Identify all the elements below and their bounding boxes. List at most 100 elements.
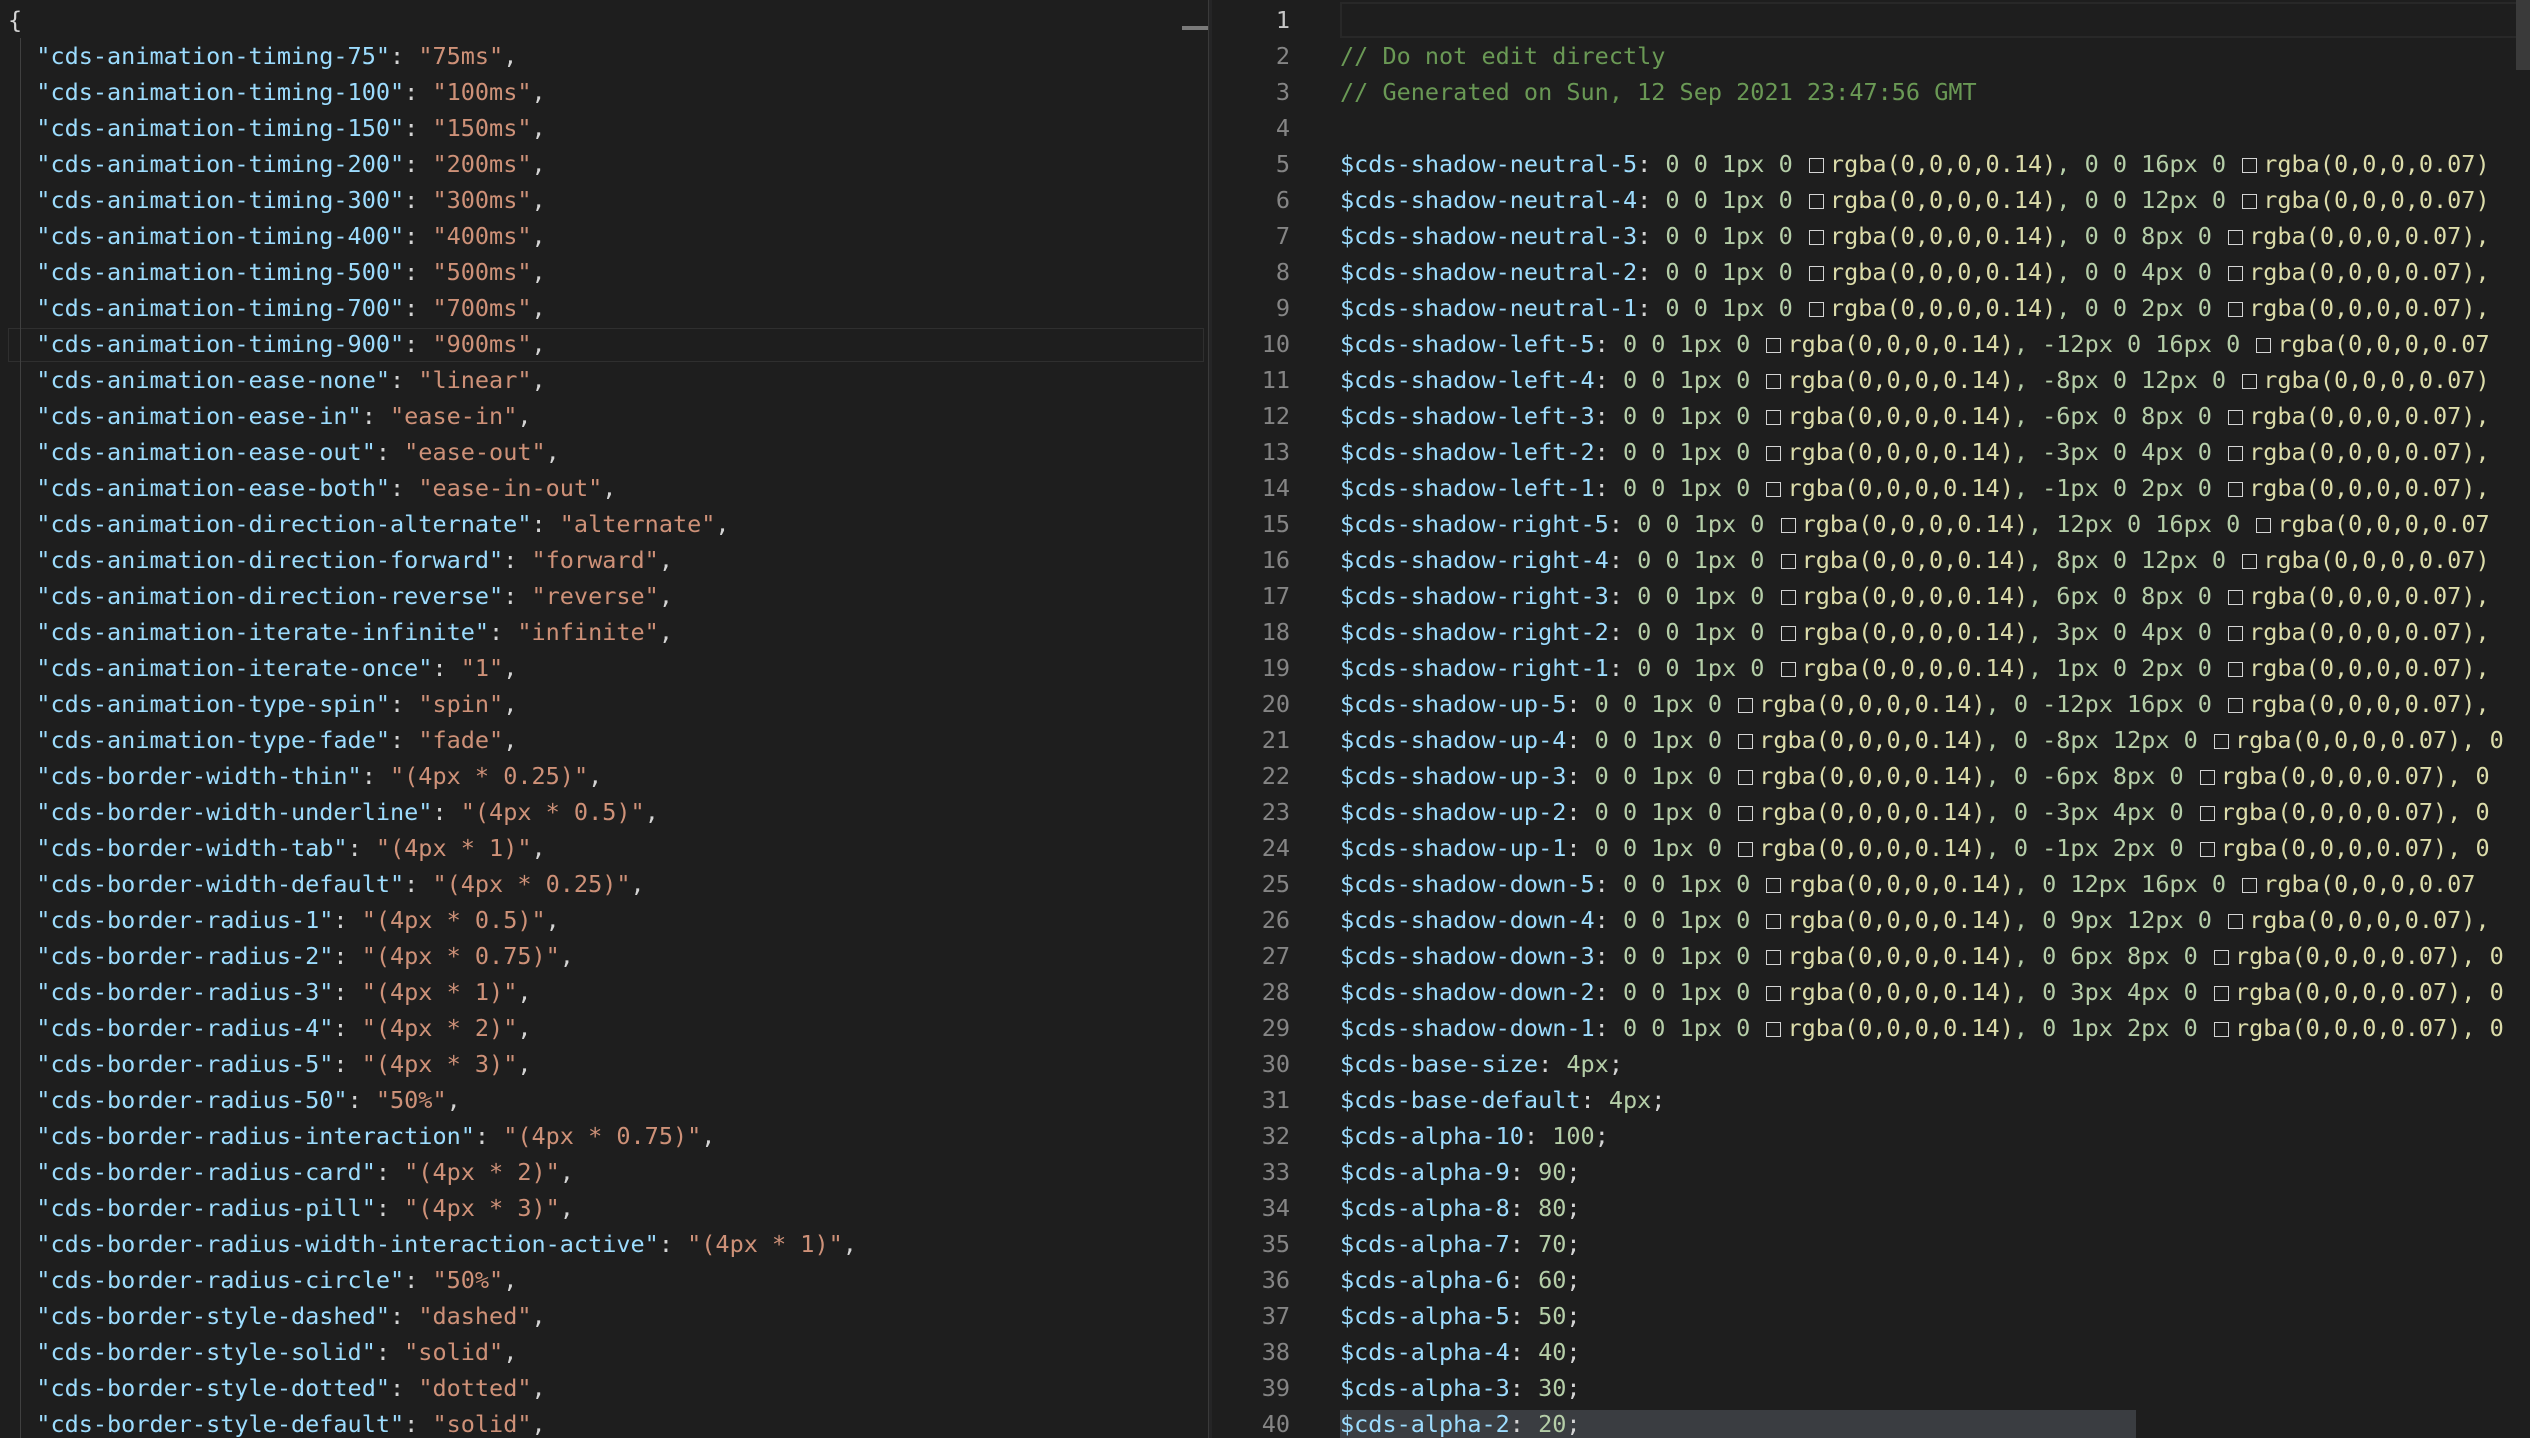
color-swatch-icon[interactable] [1766, 410, 1782, 425]
color-swatch-icon[interactable] [1766, 338, 1782, 353]
color-swatch-icon[interactable] [2228, 914, 2244, 929]
color-swatch-icon[interactable] [1780, 554, 1796, 569]
json-entry-line[interactable]: "cds-border-width-underline": "(4px * 0.… [8, 794, 659, 830]
scss-code-line[interactable]: $cds-shadow-up-2: 0 0 1px 0 rgba(0,0,0,0… [1340, 794, 2490, 830]
json-entry-line[interactable]: "cds-animation-timing-700": "700ms", [8, 290, 545, 326]
json-editor-pane[interactable]: { "cds-animation-timing-75": "75ms", "cd… [0, 0, 1208, 1438]
color-swatch-icon[interactable] [2213, 1022, 2229, 1037]
json-entry-line[interactable]: "cds-border-radius-card": "(4px * 2)", [8, 1154, 574, 1190]
scss-code-line[interactable]: $cds-alpha-10: 100; [1340, 1118, 1609, 1154]
color-swatch-icon[interactable] [1780, 518, 1796, 533]
color-swatch-icon[interactable] [2228, 482, 2244, 497]
scss-code-line[interactable]: $cds-shadow-neutral-1: 0 0 1px 0 rgba(0,… [1340, 290, 2490, 326]
color-swatch-icon[interactable] [1738, 770, 1754, 785]
color-swatch-icon[interactable] [2228, 698, 2244, 713]
scss-code-line[interactable]: $cds-shadow-left-1: 0 0 1px 0 rgba(0,0,0… [1340, 470, 2490, 506]
color-swatch-icon[interactable] [2228, 302, 2244, 317]
color-swatch-icon[interactable] [2228, 410, 2244, 425]
color-swatch-icon[interactable] [2242, 374, 2258, 389]
color-swatch-icon[interactable] [2228, 590, 2244, 605]
json-entry-line[interactable]: "cds-animation-timing-400": "400ms", [8, 218, 545, 254]
color-swatch-icon[interactable] [2199, 770, 2215, 785]
json-entry-line[interactable]: "cds-border-radius-4": "(4px * 2)", [8, 1010, 531, 1046]
color-swatch-icon[interactable] [1808, 230, 1824, 245]
scss-code-line[interactable]: $cds-shadow-up-5: 0 0 1px 0 rgba(0,0,0,0… [1340, 686, 2490, 722]
json-entry-line[interactable]: "cds-animation-direction-reverse": "reve… [8, 578, 673, 614]
scss-code-line[interactable]: $cds-alpha-7: 70; [1340, 1226, 1581, 1262]
scss-code-line[interactable]: $cds-base-size: 4px; [1340, 1046, 1623, 1082]
json-entry-line[interactable]: "cds-animation-timing-75": "75ms", [8, 38, 517, 74]
color-swatch-icon[interactable] [1738, 698, 1754, 713]
scss-code-line[interactable]: $cds-shadow-right-4: 0 0 1px 0 rgba(0,0,… [1340, 542, 2490, 578]
color-swatch-icon[interactable] [1766, 446, 1782, 461]
color-swatch-icon[interactable] [2242, 878, 2258, 893]
scss-code-line[interactable]: // Do not edit directly [1340, 38, 1665, 74]
color-swatch-icon[interactable] [1766, 950, 1782, 965]
color-swatch-icon[interactable] [1766, 986, 1782, 1001]
json-entry-line[interactable]: "cds-animation-type-fade": "fade", [8, 722, 517, 758]
scss-code-line[interactable]: $cds-alpha-9: 90; [1340, 1154, 1581, 1190]
json-entry-line[interactable]: "cds-border-radius-interaction": "(4px *… [8, 1118, 715, 1154]
json-entry-line[interactable]: "cds-animation-direction-alternate": "al… [8, 506, 729, 542]
json-entry-line[interactable]: "cds-animation-timing-900": "900ms", [8, 326, 545, 362]
scss-code-line[interactable]: $cds-shadow-left-4: 0 0 1px 0 rgba(0,0,0… [1340, 362, 2490, 398]
json-entry-line[interactable]: "cds-border-radius-5": "(4px * 3)", [8, 1046, 531, 1082]
color-swatch-icon[interactable] [2256, 338, 2272, 353]
color-swatch-icon[interactable] [1766, 878, 1782, 893]
scss-code-line[interactable]: $cds-shadow-up-4: 0 0 1px 0 rgba(0,0,0,0… [1340, 722, 2504, 758]
json-entry-line[interactable]: "cds-border-width-default": "(4px * 0.25… [8, 866, 644, 902]
color-swatch-icon[interactable] [2242, 194, 2258, 209]
json-entry-line[interactable]: "cds-border-style-dashed": "dashed", [8, 1298, 545, 1334]
json-entry-line[interactable]: "cds-border-width-tab": "(4px * 1)", [8, 830, 545, 866]
scroll-position-marker[interactable] [1182, 26, 1208, 30]
scss-code-line[interactable]: $cds-shadow-down-1: 0 0 1px 0 rgba(0,0,0… [1340, 1010, 2504, 1046]
json-entry-line[interactable]: "cds-animation-timing-100": "100ms", [8, 74, 545, 110]
color-swatch-icon[interactable] [2242, 554, 2258, 569]
color-swatch-icon[interactable] [2213, 734, 2229, 749]
color-swatch-icon[interactable] [1808, 266, 1824, 281]
color-swatch-icon[interactable] [2256, 518, 2272, 533]
color-swatch-icon[interactable] [1780, 626, 1796, 641]
json-entry-line[interactable]: "cds-border-radius-width-interaction-act… [8, 1226, 857, 1262]
json-entry-line[interactable]: "cds-border-style-solid": "solid", [8, 1334, 517, 1370]
scss-code-line[interactable]: $cds-shadow-right-5: 0 0 1px 0 rgba(0,0,… [1340, 506, 2490, 542]
json-entry-line[interactable]: "cds-border-radius-2": "(4px * 0.75)", [8, 938, 574, 974]
json-entry-line[interactable]: "cds-animation-direction-forward": "forw… [8, 542, 673, 578]
scss-editor-pane[interactable]: 1 2 3 4 5 6 7 8 9 10 11 12 13 14 15 16 17 18 19 20 21 22 23 24 2… [1212, 0, 2530, 1438]
color-swatch-icon[interactable] [1766, 374, 1782, 389]
scss-code-line[interactable]: $cds-shadow-left-2: 0 0 1px 0 rgba(0,0,0… [1340, 434, 2490, 470]
json-entry-line[interactable]: "cds-animation-ease-out": "ease-out", [8, 434, 560, 470]
scss-code-line[interactable]: $cds-shadow-down-2: 0 0 1px 0 rgba(0,0,0… [1340, 974, 2504, 1010]
json-entry-line[interactable]: "cds-border-radius-50": "50%", [8, 1082, 460, 1118]
json-entry-line[interactable]: "cds-animation-timing-300": "300ms", [8, 182, 545, 218]
scss-code-line[interactable]: $cds-alpha-4: 40; [1340, 1334, 1581, 1370]
json-entry-line[interactable]: "cds-border-style-default": "solid", [8, 1406, 545, 1438]
color-swatch-icon[interactable] [2213, 950, 2229, 965]
color-swatch-icon[interactable] [2228, 446, 2244, 461]
color-swatch-icon[interactable] [2228, 266, 2244, 281]
json-entry-line[interactable]: "cds-animation-ease-both": "ease-in-out"… [8, 470, 616, 506]
scss-code-line[interactable]: $cds-base-default: 4px; [1340, 1082, 1665, 1118]
json-entry-line[interactable]: "cds-animation-timing-500": "500ms", [8, 254, 545, 290]
scss-code-line[interactable]: $cds-shadow-neutral-2: 0 0 1px 0 rgba(0,… [1340, 254, 2490, 290]
color-swatch-icon[interactable] [1766, 914, 1782, 929]
color-swatch-icon[interactable] [2228, 626, 2244, 641]
color-swatch-icon[interactable] [1780, 590, 1796, 605]
scss-code-line[interactable]: $cds-alpha-5: 50; [1340, 1298, 1581, 1334]
scss-code-line[interactable]: $cds-shadow-neutral-3: 0 0 1px 0 rgba(0,… [1340, 218, 2490, 254]
color-swatch-icon[interactable] [1738, 734, 1754, 749]
scrollbar[interactable] [2516, 0, 2530, 70]
color-swatch-icon[interactable] [2228, 230, 2244, 245]
json-entry-line[interactable]: "cds-animation-iterate-infinite": "infin… [8, 614, 673, 650]
json-entry-line[interactable]: "cds-animation-ease-none": "linear", [8, 362, 545, 398]
json-entry-line[interactable]: "cds-border-radius-circle": "50%", [8, 1262, 517, 1298]
color-swatch-icon[interactable] [2242, 158, 2258, 173]
color-swatch-icon[interactable] [1738, 806, 1754, 821]
scss-code-line[interactable]: $cds-shadow-down-3: 0 0 1px 0 rgba(0,0,0… [1340, 938, 2504, 974]
scss-code-line[interactable]: $cds-shadow-down-4: 0 0 1px 0 rgba(0,0,0… [1340, 902, 2490, 938]
json-entry-line[interactable]: "cds-border-style-dotted": "dotted", [8, 1370, 545, 1406]
color-swatch-icon[interactable] [2199, 842, 2215, 857]
scss-code-line[interactable]: $cds-alpha-2: 20; [1340, 1406, 1581, 1438]
json-entry-line[interactable]: "cds-animation-timing-200": "200ms", [8, 146, 545, 182]
color-swatch-icon[interactable] [1808, 194, 1824, 209]
